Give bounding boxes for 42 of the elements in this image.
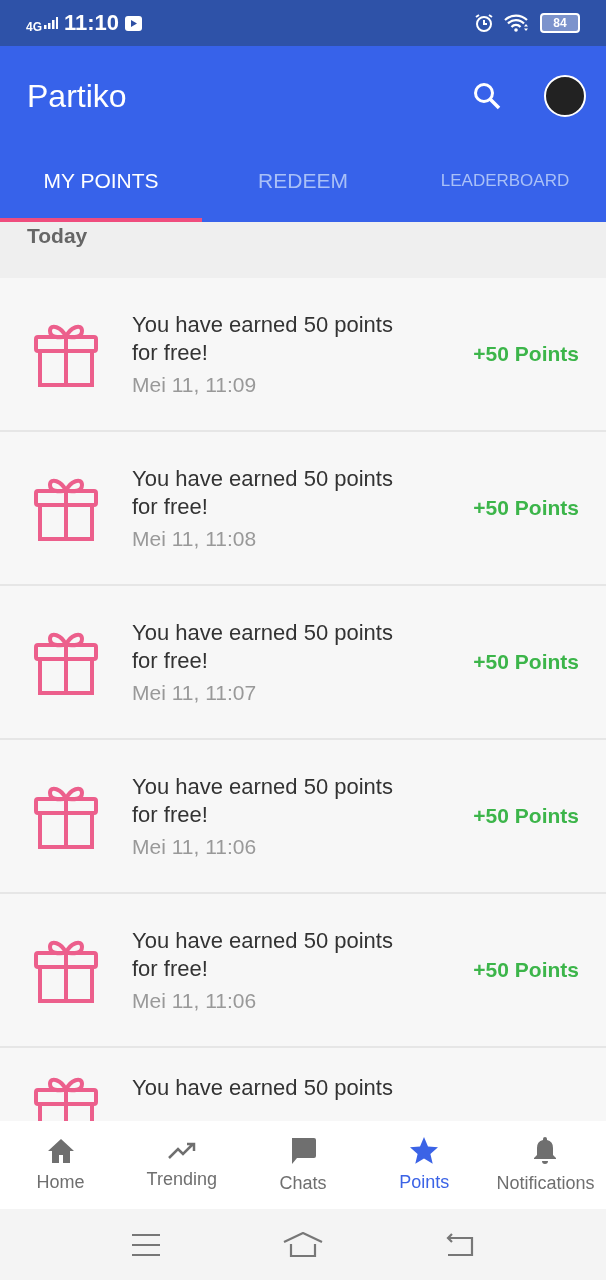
home-outline-icon[interactable] [283,1231,323,1258]
entry-time: Mei 11, 11:09 [132,373,258,397]
entry-message: You have earned 50 points [132,1074,394,1102]
nav-item[interactable]: Trending [121,1121,243,1209]
points-amount: +50 Points [473,496,579,520]
points-amount: +50 Points [473,804,579,828]
menu-icon[interactable] [131,1232,161,1257]
entry-time: Mei 11, 11:08 [132,527,258,551]
star-icon [410,1137,439,1164]
entry-message: You have earned 50 points for free! [132,773,394,829]
entry-message: You have earned 50 points for free! [132,619,394,675]
wifi-icon [504,14,530,32]
nav-item[interactable]: Chats [242,1121,364,1209]
app-title: Partiko [27,77,128,115]
points-amount: +50 Points [473,958,579,982]
bell-icon [533,1136,558,1165]
points-amount: +50 Points [473,650,579,674]
alarm-icon [474,13,494,33]
points-amount: +50 Points [473,342,579,366]
home-icon [46,1137,75,1164]
avatar[interactable] [544,75,586,117]
entry-time: Mei 11, 11:06 [132,835,258,859]
entry-message: You have earned 50 points for free! [132,927,394,983]
battery-icon: 84 [540,13,580,33]
entry-time: Mei 11, 11:07 [132,681,258,705]
chat-bubble-icon [289,1136,317,1165]
signal-icon [44,17,58,29]
nav-item[interactable]: Points [363,1121,485,1209]
back-icon[interactable] [445,1232,475,1257]
play-icon [125,15,143,31]
network-label: 4G [26,20,42,34]
trending-icon [166,1140,197,1161]
nav-item[interactable]: Notifications [484,1121,606,1209]
nav-item[interactable]: Home [0,1121,122,1209]
search-icon[interactable] [472,81,502,111]
section-header: Today [27,224,88,247]
tab[interactable]: LEADERBOARD [404,146,606,222]
entry-message: You have earned 50 points for free! [132,311,394,367]
tab[interactable]: REDEEM [202,146,404,222]
entry-message: You have earned 50 points for free! [132,465,394,521]
status-time: 11:10 [64,10,120,36]
entry-time: Mei 11, 11:06 [132,989,258,1013]
